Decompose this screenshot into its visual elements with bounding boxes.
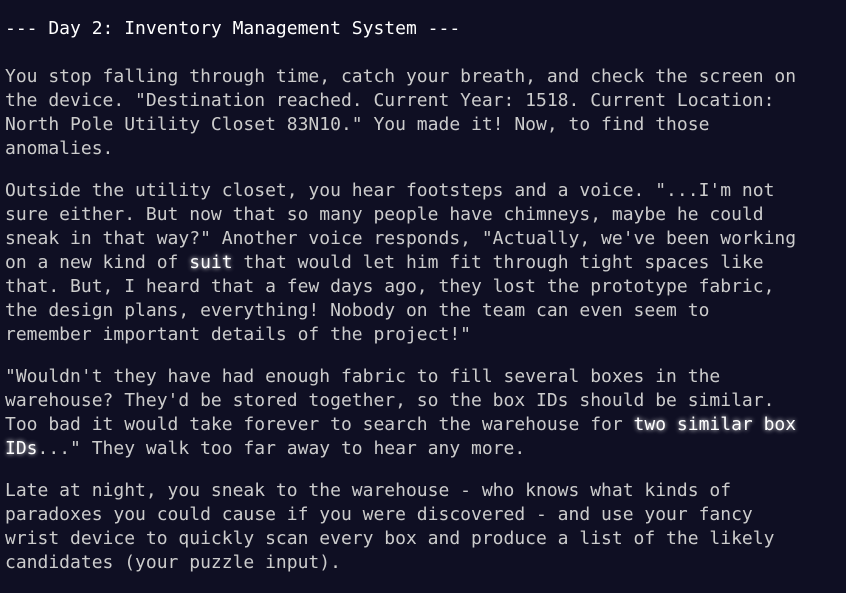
paragraph-text: ..." They walk too far away to hear any …	[37, 438, 526, 459]
puzzle-article: --- Day 2: Inventory Management System -…	[5, 17, 845, 593]
paragraph-overheard-voices: Outside the utility closet, you hear foo…	[5, 179, 845, 347]
day-title: --- Day 2: Inventory Management System -…	[5, 18, 461, 39]
paragraph-arrival: You stop falling through time, catch you…	[5, 66, 797, 159]
paragraph-warehouse-boxes: "Wouldn't they have had enough fabric to…	[5, 365, 845, 461]
highlight-suit: suit	[189, 252, 233, 273]
paragraph-scan-boxes: Late at night, you sneak to the warehous…	[5, 480, 775, 573]
